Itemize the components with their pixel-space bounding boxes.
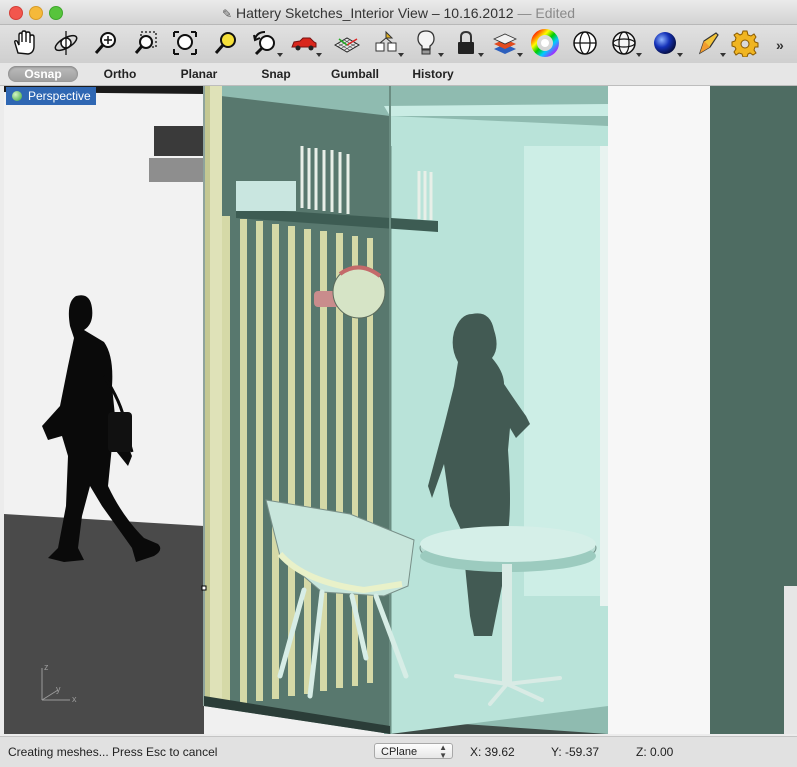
viewport-title: Perspective: [28, 89, 91, 103]
shaded-sphere-icon[interactable]: [609, 28, 642, 58]
pen-tool-icon[interactable]: [693, 28, 726, 58]
named-cplane-icon[interactable]: [371, 28, 404, 58]
viewport-title-tab[interactable]: Perspective: [6, 87, 96, 105]
zoom-window-icon[interactable]: [131, 28, 161, 58]
wireframe-sphere-icon[interactable]: [570, 28, 600, 58]
history-toggle[interactable]: History: [404, 66, 462, 82]
color-wheel-icon[interactable]: [530, 28, 560, 58]
layers-icon[interactable]: [490, 28, 523, 58]
osnap-toggle[interactable]: Osnap: [8, 66, 78, 82]
modes-bar: Osnap Ortho Planar Snap Gumball History: [0, 63, 797, 86]
gumball-toggle[interactable]: Gumball: [322, 66, 388, 82]
lightbulb-icon[interactable]: [411, 28, 444, 58]
cplane-value: CPlane: [381, 746, 418, 758]
title-bar: ✎ Hattery Sketches_Interior View – 10.16.…: [0, 0, 797, 25]
x-coordinate: X: 39.62: [470, 745, 515, 759]
axis-z-label: z: [44, 662, 49, 672]
zoom-selected-icon[interactable]: [211, 28, 241, 58]
viewport-status-icon: [12, 91, 22, 101]
zoom-icon[interactable]: [91, 28, 121, 58]
lock-icon[interactable]: [451, 28, 484, 58]
z-coordinate: Z: 0.00: [636, 745, 674, 759]
rotate-view-icon[interactable]: [51, 28, 81, 58]
select-arrows-icon: ▲ ▼: [439, 743, 447, 760]
ortho-toggle[interactable]: Ortho: [92, 66, 148, 82]
main-toolbar: »: [0, 25, 797, 63]
toolbar-overflow-button[interactable]: »: [776, 37, 784, 53]
axis-x-label: x: [72, 694, 77, 704]
car-icon[interactable]: [289, 28, 322, 58]
cplane-select[interactable]: CPlane ▲ ▼: [374, 743, 453, 760]
command-status-message: Creating meshes... Press Esc to cancel: [8, 745, 218, 759]
axis-y-label: y: [56, 684, 61, 694]
pan-hand-icon[interactable]: [8, 28, 38, 58]
y-coordinate: Y: -59.37: [551, 745, 600, 759]
edited-label: — Edited: [517, 5, 576, 21]
window-title-area: ✎ Hattery Sketches_Interior View – 10.16.…: [0, 5, 797, 21]
snap-toggle[interactable]: Snap: [252, 66, 300, 82]
rendered-sphere-icon[interactable]: [650, 28, 683, 58]
document-icon: ✎: [221, 7, 232, 21]
perspective-viewport[interactable]: z y x Perspective: [4, 86, 797, 734]
window-title: Hattery Sketches_Interior View – 10.16.2…: [236, 5, 514, 21]
gear-settings-icon[interactable]: [730, 28, 760, 58]
status-bar: Creating meshes... Press Esc to cancel C…: [0, 736, 797, 767]
undo-view-icon[interactable]: [250, 28, 283, 58]
zoom-extents-icon[interactable]: [170, 28, 200, 58]
scene-render: z y x: [4, 86, 797, 734]
planar-toggle[interactable]: Planar: [172, 66, 226, 82]
grid-plane-icon[interactable]: [332, 28, 362, 58]
